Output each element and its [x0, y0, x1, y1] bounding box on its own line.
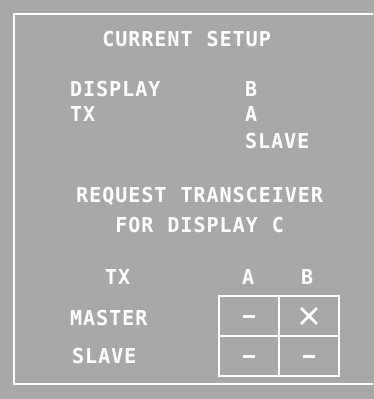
cell-master-b[interactable]: [278, 295, 340, 337]
display-screen: CURRENT SETUP DISPLAY B TX A SLAVE REQUE…: [0, 0, 374, 399]
page-title: CURRENT SETUP: [102, 27, 272, 51]
tx-mode: SLAVE: [245, 129, 311, 153]
row-master-label: MASTER: [70, 306, 149, 330]
grid-header-label: TX: [105, 265, 132, 289]
dash-icon: [243, 354, 255, 358]
row-slave-label: SLAVE: [72, 344, 138, 368]
cell-master-a[interactable]: [218, 295, 280, 337]
tx-value: A: [245, 102, 259, 126]
cell-slave-a[interactable]: [218, 335, 280, 377]
display-value: B: [245, 77, 259, 101]
x-mark-icon: [299, 306, 319, 326]
display-label: DISPLAY: [70, 77, 162, 101]
dash-icon: [303, 354, 315, 358]
column-b-label: B: [301, 265, 315, 289]
request-line-1: REQUEST TRANSCEIVER: [76, 183, 324, 207]
request-line-2: FOR DISPLAY C: [115, 213, 285, 237]
column-a-label: A: [242, 265, 256, 289]
tx-label: TX: [70, 102, 97, 126]
cell-slave-b[interactable]: [278, 335, 340, 377]
dash-icon: [243, 314, 255, 318]
